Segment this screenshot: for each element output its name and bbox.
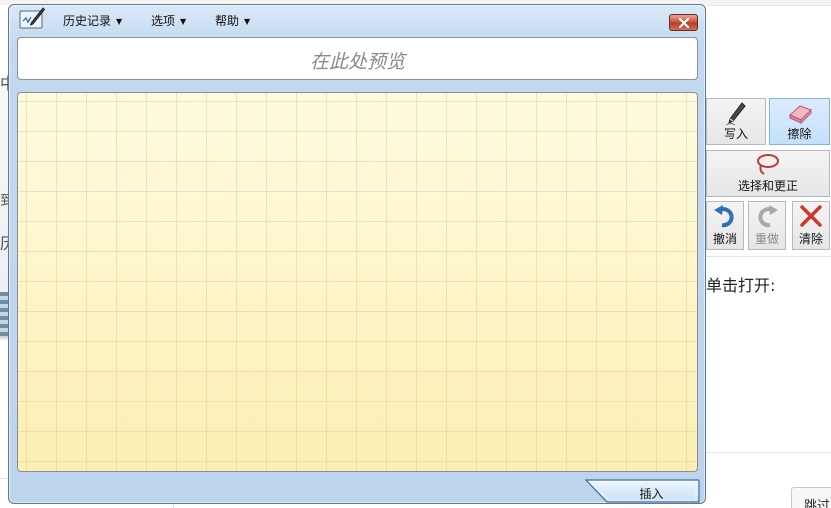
pen-icon [725,102,746,126]
write-button[interactable]: 写入 [706,98,766,145]
options-menu[interactable]: 选项 ▼ [151,12,186,29]
input-panel-window[interactable]: 历史记录 ▼ 选项 ▼ 帮助 ▼ 在此处预览 插入 [8,4,706,504]
preview-box: 在此处预览 [17,37,698,80]
background-divider [706,5,831,6]
redo-button[interactable]: 重做 [748,201,786,250]
background-divider [706,256,831,257]
options-menu-label: 选项 [151,14,176,28]
clear-button[interactable]: 清除 [792,201,830,250]
chevron-down-icon: ▼ [116,17,123,26]
insert-label: 插入 [639,487,664,501]
screen: 中 到 历 单击打开: 跳过 写入 擦除 选择和更正 撤消 重做 清除 历史记录… [0,0,831,508]
help-menu[interactable]: 帮助 ▼ [215,12,250,29]
erase-label: 擦除 [787,127,812,141]
select-and-correct-button[interactable]: 选择和更正 [706,150,830,197]
skip-button[interactable]: 跳过 [791,487,831,508]
close-icon [679,18,689,28]
erase-button[interactable]: 擦除 [769,98,830,145]
history-menu-label: 历史记录 [63,14,112,28]
input-panel-app-icon[interactable] [19,7,46,31]
select-and-correct-label: 选择和更正 [737,179,798,193]
chevron-down-icon: ▼ [180,17,187,26]
redo-label: 重做 [754,232,779,246]
skip-button-label: 跳过 [804,499,831,508]
undo-label: 撤消 [712,232,737,246]
background-click-open-text: 单击打开: [706,276,776,295]
insert-button[interactable]: 插入 [585,479,700,504]
write-label: 写入 [723,127,748,141]
undo-button[interactable]: 撤消 [706,201,744,250]
undo-icon [714,205,734,228]
history-menu[interactable]: 历史记录 ▼ [63,12,122,29]
writing-pad[interactable] [17,92,698,472]
help-menu-label: 帮助 [215,14,240,28]
close-button[interactable] [669,14,698,31]
lasso-icon [757,154,779,175]
background-divider [706,452,831,453]
redo-icon [758,205,778,228]
clear-label: 清除 [798,232,823,246]
clear-x-icon [800,205,822,227]
preview-placeholder: 在此处预览 [309,51,405,73]
eraser-icon [788,105,812,125]
chevron-down-icon: ▼ [244,17,251,26]
